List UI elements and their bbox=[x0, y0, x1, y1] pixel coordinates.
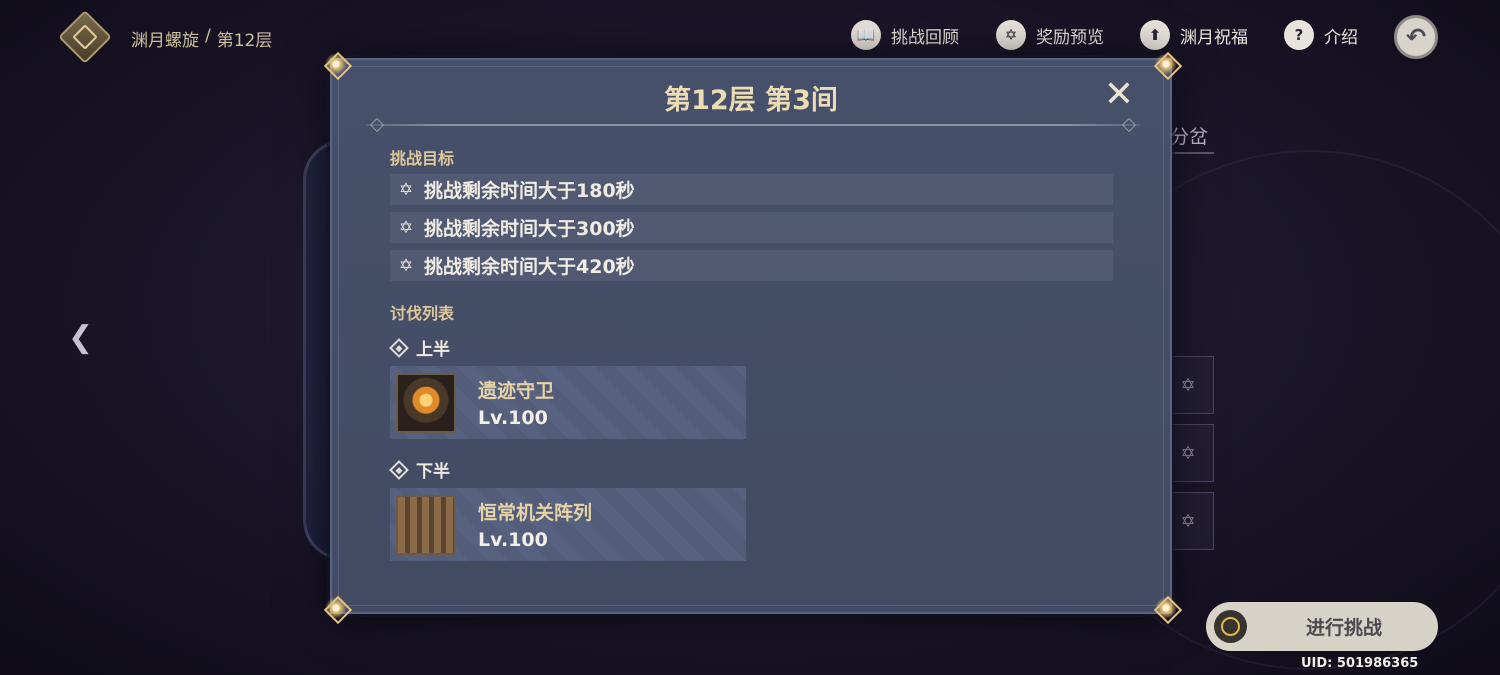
first-half-label: 上半 bbox=[389, 335, 450, 360]
introduction-label: 介绍 bbox=[1324, 27, 1358, 48]
corner-ornament-icon bbox=[324, 52, 348, 76]
enemy-name: 恒常机关阵列 bbox=[478, 502, 593, 524]
star-icon: ✡ bbox=[398, 217, 414, 238]
abyss-blessing-button[interactable]: ⬆ 渊月祝福 bbox=[1140, 20, 1248, 50]
star-icon: ✡ bbox=[398, 255, 414, 276]
second-half-label: 下半 bbox=[389, 457, 450, 482]
help-icon: ? bbox=[1284, 20, 1314, 50]
second-half-text: 下半 bbox=[416, 462, 450, 482]
reward-preview-button[interactable]: ✡ 奖励预览 bbox=[996, 20, 1104, 50]
first-half-text: 上半 bbox=[416, 340, 450, 360]
background-branch-tab: 分岔 bbox=[1170, 122, 1214, 154]
ruin-guard-portrait bbox=[396, 372, 456, 433]
upgrade-icon: ⬆ bbox=[1140, 20, 1170, 50]
reward-preview-label: 奖励预览 bbox=[1036, 27, 1104, 48]
enemy-level: Lv.100 bbox=[478, 407, 548, 429]
objective-row: ✡ 挑战剩余时间大于300秒 bbox=[390, 212, 1113, 243]
objective-text: 挑战剩余时间大于300秒 bbox=[424, 218, 635, 240]
chamber-detail-modal: 第12层 第3间 ✕ 挑战目标 ✡ 挑战剩余时间大于180秒 ✡ 挑战剩余时间大… bbox=[324, 52, 1178, 620]
corner-ornament-icon bbox=[324, 596, 348, 620]
diamond-icon bbox=[389, 459, 409, 480]
breadcrumb: 渊月螺旋 / 第12层 bbox=[131, 26, 272, 51]
corner-ornament-icon bbox=[1154, 596, 1178, 620]
enemy-level: Lv.100 bbox=[478, 529, 548, 551]
start-challenge-button[interactable]: 进行挑战 bbox=[1206, 602, 1438, 651]
uid-label: UID: 501986365 bbox=[1301, 656, 1419, 671]
title-divider bbox=[366, 124, 1140, 126]
close-icon[interactable]: ✕ bbox=[1102, 77, 1136, 113]
objective-text: 挑战剩余时间大于180秒 bbox=[424, 180, 635, 202]
enemy-name: 遗迹守卫 bbox=[478, 380, 555, 402]
circle-icon bbox=[1214, 610, 1247, 643]
enemy-card-ruin-guard[interactable]: 遗迹守卫 Lv.100 bbox=[390, 366, 746, 439]
objective-text: 挑战剩余时间大于420秒 bbox=[424, 256, 635, 278]
breadcrumb-separator: / bbox=[205, 26, 211, 46]
objectives-heading: 挑战目标 bbox=[390, 149, 455, 168]
abyss-blessing-label: 渊月祝福 bbox=[1180, 27, 1248, 48]
objective-row: ✡ 挑战剩余时间大于420秒 bbox=[390, 250, 1113, 281]
breadcrumb-floor: 第12层 bbox=[216, 31, 273, 51]
enemy-card-perpetual-mechanical-array[interactable]: 恒常机关阵列 Lv.100 bbox=[390, 488, 746, 561]
corner-ornament-icon bbox=[1154, 52, 1178, 76]
introduction-button[interactable]: ? 介绍 bbox=[1284, 20, 1358, 50]
modal-title: 第12层 第3间 bbox=[664, 85, 838, 116]
perpetual-mechanical-array-portrait bbox=[396, 494, 456, 555]
start-challenge-label: 进行挑战 bbox=[1305, 617, 1382, 639]
star-icon: ✡ bbox=[398, 179, 414, 200]
star-icon: ✡ bbox=[996, 20, 1026, 50]
spiral-abyss-logo-icon bbox=[58, 10, 112, 64]
book-icon: 📖 bbox=[851, 20, 881, 50]
previous-chamber-arrow-icon[interactable]: ❮ bbox=[68, 320, 96, 356]
back-button[interactable]: ↶ bbox=[1394, 15, 1438, 59]
enemy-list-heading: 讨伐列表 bbox=[390, 304, 455, 323]
diamond-icon bbox=[389, 337, 409, 358]
back-arrow-icon: ↶ bbox=[1405, 23, 1427, 51]
challenge-review-label: 挑战回顾 bbox=[891, 27, 959, 48]
breadcrumb-mode: 渊月螺旋 bbox=[131, 31, 199, 51]
objective-row: ✡ 挑战剩余时间大于180秒 bbox=[390, 174, 1113, 205]
challenge-review-button[interactable]: 📖 挑战回顾 bbox=[851, 20, 959, 50]
